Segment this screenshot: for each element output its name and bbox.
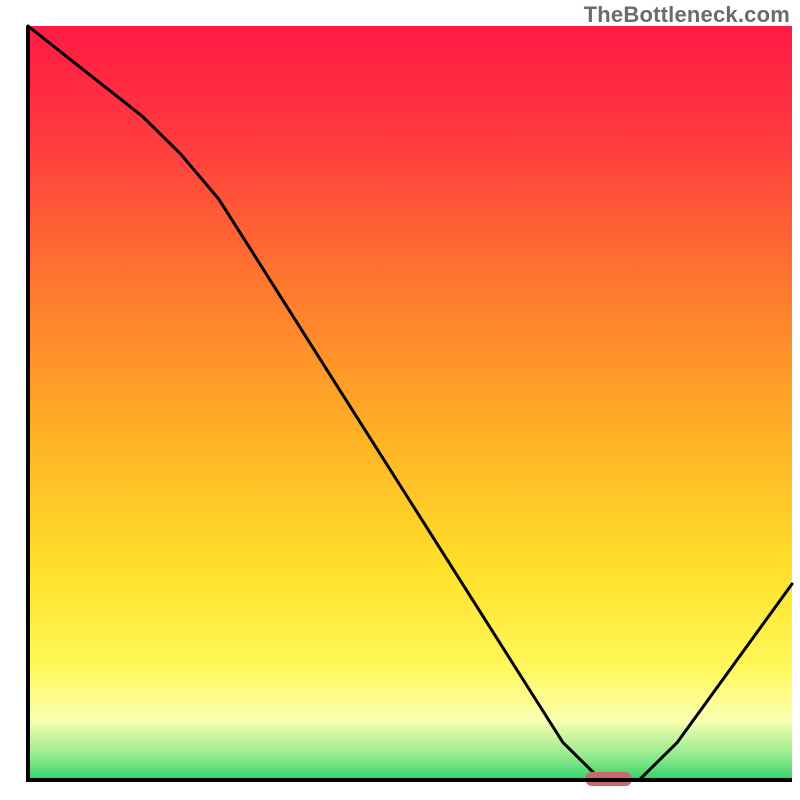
bottleneck-chart xyxy=(0,0,800,800)
chart-container: TheBottleneck.com xyxy=(0,0,800,800)
watermark-text: TheBottleneck.com xyxy=(584,2,790,28)
